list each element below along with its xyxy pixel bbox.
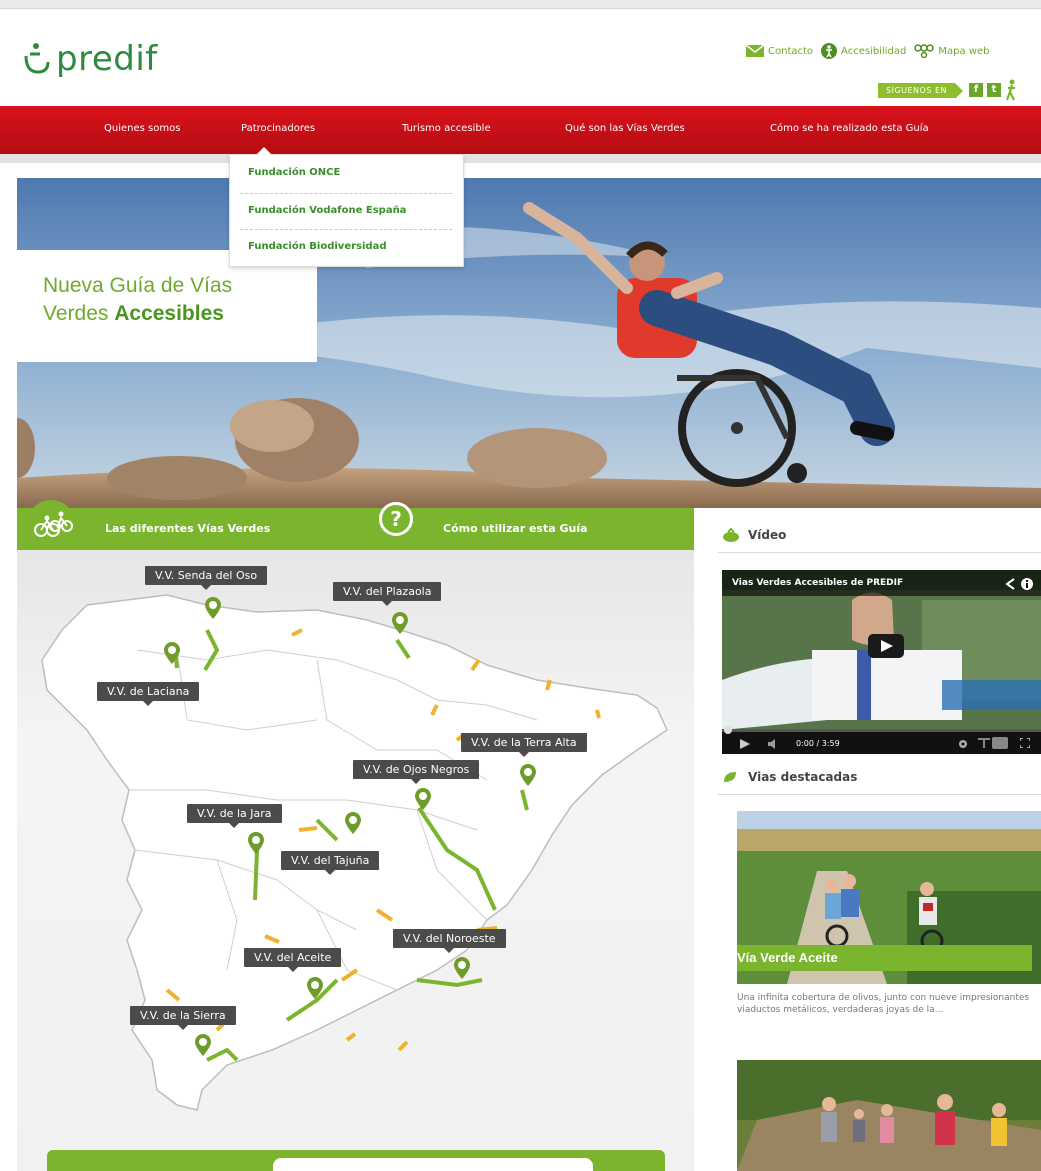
contact-label: Contacto	[768, 45, 814, 57]
sitemap-icon	[914, 44, 935, 58]
dropdown-item-fundacion-vodafone[interactable]: Fundación Vodafone España	[248, 205, 406, 216]
map-label-la-jara[interactable]: V.V. de la Jara	[187, 804, 282, 828]
bottom-green-panel	[47, 1150, 665, 1171]
map-label-plazaola[interactable]: V.V. del Plazaola	[333, 582, 442, 606]
featured-route-card[interactable]: Vía Verde Aceite	[737, 811, 1041, 984]
hero-title-accesibles: Accesibles	[114, 302, 224, 325]
fullscreen-icon[interactable]	[1020, 738, 1030, 748]
map-pin-icon[interactable]	[205, 597, 221, 619]
featured-route-photo	[737, 1060, 1041, 1171]
map-pin-icon[interactable]	[195, 1034, 211, 1056]
nav-patrocinadores[interactable]: Patrocinadores	[241, 123, 315, 134]
guide-tabs-bar: Las diferentes Vías Verdes ? Cómo utiliz…	[17, 500, 694, 550]
volume-icon[interactable]	[768, 739, 782, 749]
main-navigation: Quienes somos Patrocinadores Turismo acc…	[0, 106, 1041, 154]
map-label-laciana[interactable]: V.V. de Laciana	[97, 682, 200, 706]
sitemap-label: Mapa web	[938, 45, 990, 57]
dropdown-caret	[256, 147, 272, 155]
hero-title-line2: Verdes Accesibles	[43, 302, 224, 326]
nav-shadow	[0, 154, 1041, 163]
map-label-terra-alta[interactable]: V.V. de la Terra Alta	[461, 733, 587, 757]
dropdown-item-fundacion-once[interactable]: Fundación ONCE	[248, 167, 340, 178]
follow-us-label: SÍGUENOS EN	[878, 82, 963, 99]
tab-different-routes[interactable]: Las diferentes Vías Verdes	[105, 522, 270, 535]
play-icon[interactable]	[740, 739, 750, 749]
video-frame	[722, 570, 1041, 754]
social-links: SÍGUENOS EN f t	[878, 79, 1018, 101]
walking-person-icon	[1005, 79, 1015, 101]
video-title: Vias Verdes Accesibles de PREDIF	[732, 578, 904, 588]
tuenti-icon[interactable]: t	[987, 83, 1001, 97]
map-pin-icon[interactable]	[520, 764, 536, 786]
patrocinadores-dropdown: Fundación ONCE Fundación Vodafone España…	[229, 147, 464, 267]
bike-circle	[27, 500, 75, 548]
map-label-la-sierra[interactable]: V.V. de la Sierra	[130, 1006, 236, 1030]
map-label-tajuna[interactable]: V.V. del Tajuña	[281, 851, 380, 875]
featured-route-card[interactable]	[737, 1060, 1041, 1171]
nav-quienes-somos[interactable]: Quienes somos	[104, 123, 180, 134]
map-pin-icon[interactable]	[307, 977, 323, 999]
site-header: predif Contacto Accesibilidad Mapa web S…	[0, 9, 1041, 106]
info-icon[interactable]	[1021, 578, 1033, 590]
featured-route-title[interactable]: Vía Verde Aceite	[737, 945, 1032, 971]
accessibility-label: Accesibilidad	[841, 45, 907, 57]
map-pin-icon[interactable]	[345, 812, 361, 834]
map-pin-icon[interactable]	[164, 642, 180, 664]
map-pin-icon[interactable]	[454, 957, 470, 979]
map-pin-icon[interactable]	[415, 788, 431, 810]
share-icon[interactable]	[1004, 578, 1016, 590]
video-bullet-icon	[723, 528, 739, 542]
sitemap-link[interactable]: Mapa web	[914, 44, 989, 58]
featured-route-description: Una infinita cobertura de olivos, junto …	[737, 993, 1030, 1015]
video-time: 0:00 / 3:59	[796, 739, 840, 748]
video-heading: Vídeo	[748, 528, 787, 542]
map-pin-icon[interactable]	[392, 612, 408, 634]
predif-logo[interactable]: predif	[18, 39, 158, 79]
map-label-aceite[interactable]: V.V. del Aceite	[244, 948, 342, 972]
featured-section-header: Vias destacadas	[718, 760, 1041, 795]
utility-links: Contacto Accesibilidad Mapa web	[746, 43, 997, 59]
logo-text: predif	[56, 39, 158, 79]
youtube-logo-icon[interactable]	[978, 737, 1008, 749]
map-label-noroeste[interactable]: V.V. del Noroeste	[393, 929, 506, 953]
cyclists-icon	[34, 511, 73, 537]
hero-title-line1: Nueva Guía de Vías	[43, 274, 233, 297]
accessibility-icon	[821, 43, 838, 59]
dropdown-separator	[240, 193, 452, 194]
dropdown-item-fundacion-biodiversidad[interactable]: Fundación Biodiversidad	[248, 241, 387, 252]
contact-link[interactable]: Contacto	[746, 45, 813, 57]
settings-gear-icon[interactable]	[958, 739, 968, 749]
facebook-icon[interactable]: f	[969, 83, 983, 97]
video-controls	[722, 732, 1041, 754]
nav-como-se-ha-realizado[interactable]: Cómo se ha realizado esta Guía	[770, 123, 929, 134]
browser-top-strip	[0, 0, 1041, 9]
bottom-panel-tab	[273, 1158, 593, 1171]
spain-map: V.V. Senda del Oso V.V. del Plazaola V.V…	[17, 550, 694, 1171]
wheelchair-logo-icon	[24, 43, 50, 74]
video-section-header: Vídeo	[718, 518, 1041, 553]
tab-how-to-use[interactable]: Cómo utilizar esta Guía	[443, 522, 588, 535]
video-progress-bar[interactable]	[722, 726, 1041, 734]
nav-turismo-accesible[interactable]: Turismo accesible	[402, 123, 491, 134]
map-label-ojos-negros[interactable]: V.V. de Ojos Negros	[353, 760, 480, 784]
map-label-senda-del-oso[interactable]: V.V. Senda del Oso	[145, 566, 268, 590]
dropdown-separator	[240, 229, 452, 230]
featured-heading: Vias destacadas	[748, 770, 858, 784]
envelope-icon	[746, 45, 764, 57]
hero-title-line2-prefix: Verdes	[43, 302, 115, 325]
map-pin-icon[interactable]	[248, 832, 264, 854]
nav-que-son-vias-verdes[interactable]: Qué son las Vías Verdes	[565, 123, 685, 134]
help-question-icon[interactable]: ?	[379, 502, 413, 536]
video-progress-handle[interactable]	[724, 726, 732, 734]
youtube-video-player[interactable]: Vias Verdes Accesibles de PREDIF 0:00 / …	[722, 570, 1041, 754]
accessibility-link[interactable]: Accesibilidad	[821, 43, 906, 59]
leaf-bullet-icon	[724, 772, 736, 782]
